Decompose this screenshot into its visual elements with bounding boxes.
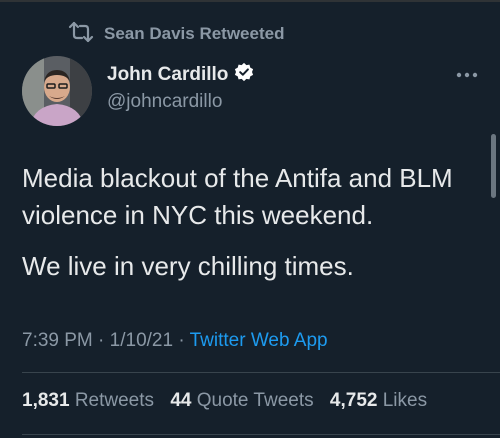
retweet-icon <box>68 21 94 48</box>
quotes-label: Quote Tweets <box>196 390 314 411</box>
engagement-stats: 1,831 Retweets 44 Quote Tweets 4,752 Lik… <box>22 390 438 412</box>
quote-tweets-stat[interactable]: 44 Quote Tweets <box>170 390 313 411</box>
tweet-time[interactable]: 7:39 PM <box>22 330 93 351</box>
verified-badge-icon <box>234 62 254 87</box>
tweet-source-link[interactable]: Twitter Web App <box>190 330 328 351</box>
retweet-label[interactable]: Sean Davis Retweeted <box>104 24 284 44</box>
retweets-label: Retweets <box>74 390 155 411</box>
scrollbar[interactable] <box>491 134 496 198</box>
retweets-count: 1,831 <box>22 390 70 411</box>
meta-divider <box>22 372 500 373</box>
meta-separator: · <box>178 330 185 351</box>
tweet-meta: 7:39 PM · 1/10/21 · Twitter Web App <box>22 330 328 352</box>
author-handle[interactable]: @johncardillo <box>107 91 254 113</box>
author-display-name[interactable]: John Cardillo <box>107 64 228 86</box>
author-block[interactable]: John Cardillo @johncardillo <box>107 62 254 113</box>
tweet-paragraph: We live in very chilling times. <box>22 251 354 281</box>
quotes-count: 44 <box>170 390 192 411</box>
more-options-icon[interactable] <box>452 68 482 82</box>
tweet-text: Media blackout of the Antifa and BLM vio… <box>22 160 492 299</box>
tweet-paragraph: Media blackout of the Antifa and BLM vio… <box>22 163 453 230</box>
top-divider <box>0 0 500 2</box>
tweet-date[interactable]: 1/10/21 <box>110 330 173 351</box>
retweet-indicator[interactable]: Sean Davis Retweeted <box>68 21 284 48</box>
avatar[interactable] <box>22 56 92 126</box>
retweets-stat[interactable]: 1,831 Retweets <box>22 390 154 411</box>
likes-label: Likes <box>382 390 428 411</box>
meta-separator: · <box>98 330 105 351</box>
likes-count: 4,752 <box>329 390 378 411</box>
likes-stat[interactable]: 4,752 Likes <box>330 390 427 411</box>
stats-divider <box>22 434 500 435</box>
